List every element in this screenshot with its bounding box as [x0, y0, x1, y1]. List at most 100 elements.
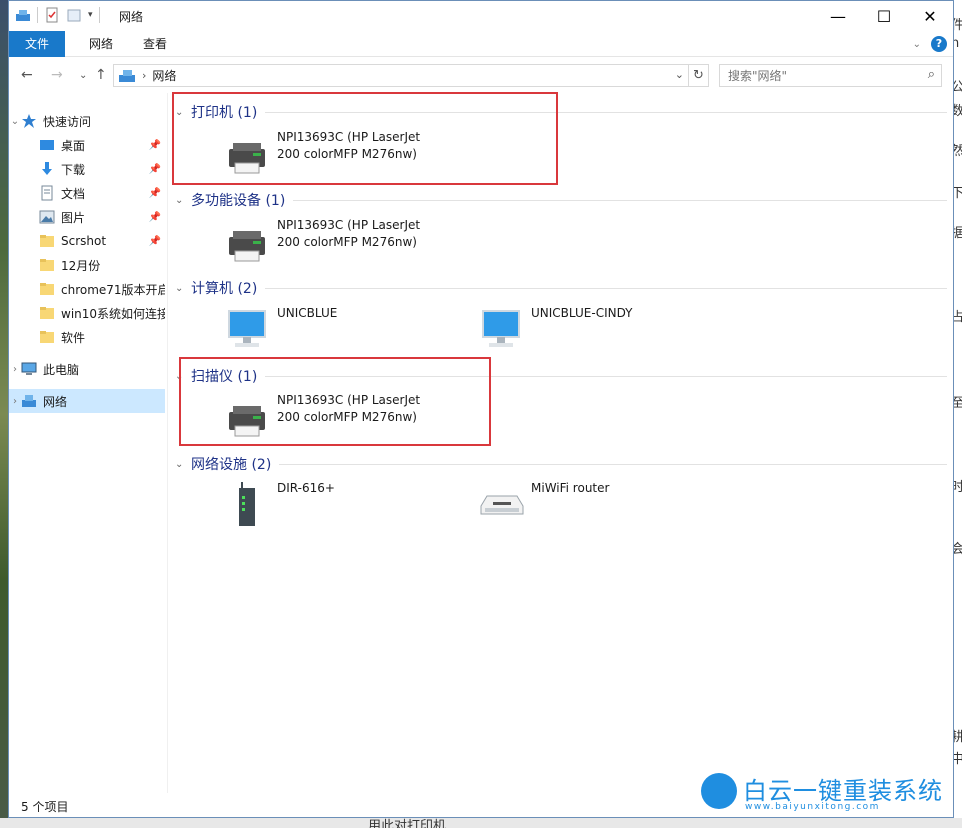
navigation-bar: ← → ⌄ ↑ › 网络 ⌄ ↻ ⌕ — [9, 61, 953, 91]
pin-icon[interactable]: 📌 — [149, 236, 161, 247]
content-area: ⌄ 打印机 (1) NPI13693C (HP LaserJet 200 col… — [169, 92, 949, 793]
breadcrumb-chevron-icon[interactable]: › — [142, 69, 146, 82]
properties-icon[interactable] — [44, 7, 60, 23]
chevron-right-icon[interactable]: › — [9, 364, 21, 375]
download-icon — [42, 162, 52, 175]
watermark: 白云一键重装系统 www.baiyunxitong.com — [695, 769, 945, 817]
background-document-bottom — [0, 818, 962, 828]
nav-label: win10系统如何连接 — [61, 306, 165, 321]
nav-item-win10[interactable]: win10系统如何连接 — [9, 301, 165, 325]
folder-icon — [40, 331, 54, 343]
nav-label: 文档 — [61, 186, 86, 201]
nav-quick-access[interactable]: ⌄ 快速访问 — [9, 109, 165, 133]
explorer-window: ▾ 网络 — ☐ ✕ 文件 网络 查看 ⌄ ? ← → ⌄ ↑ › 网络 ⌄ ↻ — [8, 0, 954, 818]
minimize-button[interactable]: — — [815, 1, 861, 31]
nav-item-desktop[interactable]: 桌面 📌 — [9, 133, 165, 157]
maximize-button[interactable]: ☐ — [861, 1, 907, 31]
computer-icon — [21, 362, 37, 375]
group-title: 计算机 (2) — [191, 281, 258, 297]
chevron-down-icon[interactable]: ⌄ — [175, 195, 189, 206]
group-header-multifunction[interactable]: ⌄ 多功能设备 (1) — [175, 189, 947, 211]
picture-icon — [39, 210, 55, 224]
window-controls: — ☐ ✕ — [815, 1, 953, 31]
watermark-title: 白云一键重装系统 — [743, 777, 943, 805]
network-icon[interactable] — [15, 7, 31, 23]
device-name-line1: UNICBLUE-CINDY — [531, 306, 633, 320]
computer-icon — [228, 310, 266, 347]
ribbon-right: ⌄ ? — [913, 36, 947, 52]
printer-icon — [229, 231, 265, 262]
pane-divider[interactable] — [167, 93, 168, 793]
pin-icon[interactable]: 📌 — [149, 212, 161, 223]
recent-locations-icon[interactable]: ⌄ — [79, 70, 87, 81]
chevron-down-icon[interactable]: ⌄ — [175, 459, 189, 470]
nav-label: 此电脑 — [43, 362, 80, 377]
address-dropdown-icon[interactable]: ⌄ — [675, 68, 684, 81]
device-item[interactable]: UNICBLUE-CINDY — [477, 305, 717, 355]
breadcrumb-network[interactable]: 网络 — [152, 67, 176, 84]
tab-network[interactable]: 网络 — [75, 31, 127, 57]
pin-icon[interactable]: 📌 — [149, 188, 161, 199]
nav-item-december[interactable]: 12月份 — [9, 253, 165, 277]
nav-label: 图片 — [61, 210, 86, 225]
nav-item-software[interactable]: 软件 — [9, 325, 165, 349]
device-item[interactable]: MiWiFi router — [477, 480, 717, 530]
nav-item-documents[interactable]: 文档 📌 — [9, 181, 165, 205]
up-arrow-icon[interactable]: ↑ — [95, 67, 107, 83]
customize-toolbar-icon[interactable]: ▾ — [88, 10, 93, 20]
nav-item-scrshot[interactable]: Scrshot 📌 — [9, 229, 165, 253]
chevron-down-icon[interactable]: ⌄ — [9, 116, 21, 127]
folder-icon — [40, 259, 54, 271]
nav-item-chrome71[interactable]: chrome71版本开启 — [9, 277, 165, 301]
group-divider — [293, 199, 947, 201]
close-button[interactable]: ✕ — [907, 1, 953, 31]
chevron-down-icon[interactable]: ⌄ — [175, 283, 189, 294]
forward-arrow-icon[interactable]: → — [51, 67, 63, 83]
search-icon[interactable]: ⌕ — [928, 67, 935, 82]
pin-icon[interactable]: 📌 — [149, 140, 161, 151]
address-bar[interactable]: › 网络 ⌄ — [113, 64, 689, 87]
pin-icon[interactable]: 📌 — [149, 164, 161, 175]
device-item[interactable]: UNICBLUE — [223, 305, 463, 355]
back-arrow-icon[interactable]: ← — [21, 67, 33, 83]
desktop-icon — [40, 140, 54, 150]
nav-this-pc[interactable]: › 此电脑 — [9, 357, 165, 381]
search-box[interactable]: ⌕ — [719, 64, 942, 87]
nav-label: chrome71版本开启 — [61, 282, 165, 297]
item-count: 5 个项目 — [21, 800, 69, 814]
device-item[interactable]: NPI13693C (HP LaserJet 200 colorMFP M276… — [223, 217, 463, 267]
nav-item-pictures[interactable]: 图片 📌 — [9, 205, 165, 229]
device-item[interactable]: DIR-616+ — [223, 480, 463, 530]
device-name-line2: 200 colorMFP M276nw) — [277, 235, 417, 249]
nav-item-downloads[interactable]: 下载 📌 — [9, 157, 165, 181]
device-label: NPI13693C (HP LaserJet 200 colorMFP M276… — [277, 217, 457, 251]
navigation-pane: ⌄ 快速访问 桌面 📌 下载 📌 文档 📌 图片 📌 Scrshot 📌 12月… — [9, 93, 167, 793]
watermark-url: www.baiyunxitong.com — [745, 802, 880, 812]
tab-file[interactable]: 文件 — [9, 31, 65, 57]
star-icon — [22, 114, 36, 128]
title-bar: ▾ 网络 — ☐ ✕ — [9, 1, 953, 31]
nav-label: 软件 — [61, 330, 86, 345]
toolbar-separator — [37, 7, 38, 23]
nav-label: 快速访问 — [43, 114, 92, 129]
device-name-line1: MiWiFi router — [531, 481, 610, 495]
toolbar-separator — [98, 7, 100, 23]
new-folder-icon[interactable] — [66, 7, 82, 23]
group-header-network-infrastructure[interactable]: ⌄ 网络设施 (2) — [175, 453, 947, 475]
group-header-computers[interactable]: ⌄ 计算机 (2) — [175, 277, 947, 299]
folder-icon — [40, 307, 54, 319]
refresh-button[interactable]: ↻ — [689, 64, 709, 87]
help-icon[interactable]: ? — [931, 36, 947, 52]
router-tower-icon — [239, 482, 255, 526]
nav-network[interactable]: › 网络 — [9, 389, 165, 413]
bird-logo-icon — [701, 773, 737, 809]
device-label: MiWiFi router — [531, 480, 711, 497]
search-input[interactable] — [728, 68, 918, 83]
device-label: UNICBLUE-CINDY — [531, 305, 711, 322]
network-icon — [119, 69, 135, 82]
computer-icon — [482, 310, 520, 347]
expand-ribbon-icon[interactable]: ⌄ — [913, 39, 921, 50]
chevron-right-icon[interactable]: › — [9, 396, 21, 407]
device-label: DIR-616+ — [277, 480, 457, 497]
tab-view[interactable]: 查看 — [129, 31, 181, 57]
